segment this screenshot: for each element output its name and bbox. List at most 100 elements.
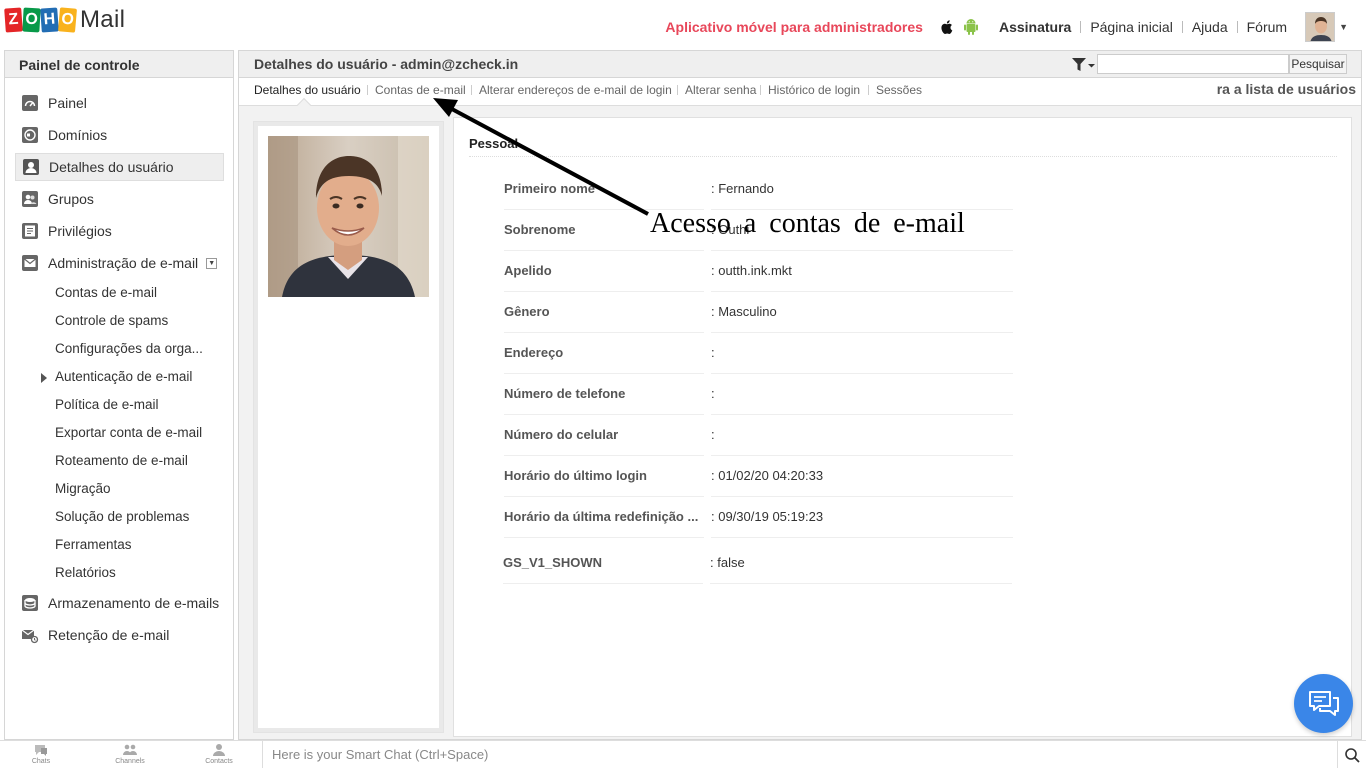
search-input[interactable] bbox=[1097, 54, 1289, 74]
separator bbox=[1080, 21, 1082, 33]
mail-admin-icon bbox=[21, 254, 39, 272]
sidebar-item-groups[interactable]: Grupos bbox=[15, 185, 224, 213]
sidebar-item-domains[interactable]: Domínios bbox=[15, 121, 224, 149]
chats-button[interactable]: Chats bbox=[6, 743, 76, 765]
sidebar-item-user-details[interactable]: Detalhes do usuário bbox=[15, 153, 224, 181]
divider bbox=[504, 496, 704, 497]
forum-link[interactable]: Fórum bbox=[1247, 19, 1287, 35]
field-value: : bbox=[711, 386, 715, 401]
search-button[interactable]: Pesquisar bbox=[1289, 54, 1347, 74]
divider bbox=[504, 250, 704, 251]
storage-icon bbox=[21, 594, 39, 612]
android-icon[interactable] bbox=[963, 18, 979, 36]
tab-change-password[interactable]: Alterar senha bbox=[685, 83, 756, 97]
channels-label: Channels bbox=[115, 758, 145, 765]
header-links: Aplicativo móvel para administradores As… bbox=[665, 10, 1348, 44]
sub-item-migration[interactable]: Migração bbox=[55, 481, 111, 496]
field-row-mobile: Número do celular : bbox=[504, 421, 1014, 459]
field-label: Número do celular bbox=[504, 427, 619, 442]
tab-user-details[interactable]: Detalhes do usuário bbox=[254, 83, 361, 97]
sidebar-item-dashboard[interactable]: Painel bbox=[15, 89, 224, 117]
field-label: Horário da última redefinição ... bbox=[504, 509, 699, 524]
field-value: : bbox=[711, 345, 715, 360]
sub-item-tools[interactable]: Ferramentas bbox=[55, 537, 132, 552]
profile-photo[interactable] bbox=[268, 136, 429, 297]
field-value: : bbox=[711, 427, 715, 442]
separator bbox=[471, 85, 472, 95]
filter-icon[interactable] bbox=[1071, 56, 1095, 74]
tab-email-accounts[interactable]: Contas de e-mail bbox=[375, 83, 466, 97]
retention-icon bbox=[21, 626, 39, 644]
field-row-phone: Número de telefone : bbox=[504, 380, 1014, 418]
mobile-app-link[interactable]: Aplicativo móvel para administradores bbox=[665, 19, 923, 35]
separator bbox=[367, 85, 368, 95]
sidebar-item-label: Domínios bbox=[48, 127, 108, 143]
smart-chat-input[interactable]: Here is your Smart Chat (Ctrl+Space) bbox=[262, 741, 1337, 768]
sidebar-item-label: Armazenamento de e-mails bbox=[48, 595, 220, 611]
sidebar-item-mail-admin[interactable]: Administração de e-mail ▼ bbox=[15, 249, 224, 277]
logo-mail-text: Mail bbox=[80, 6, 126, 33]
chevron-down-icon[interactable]: ▼ bbox=[1339, 22, 1348, 32]
chat-button[interactable] bbox=[1294, 674, 1353, 733]
bottom-bar: Chats Channels Contacts Here is your Sma… bbox=[0, 740, 1366, 768]
sub-item-troubleshooting[interactable]: Solução de problemas bbox=[55, 509, 189, 524]
divider bbox=[711, 250, 1013, 251]
sub-item-email-accounts[interactable]: Contas de e-mail bbox=[55, 285, 157, 300]
channels-button[interactable]: Channels bbox=[95, 743, 165, 765]
sub-item-email-auth[interactable]: Autenticação de e-mail bbox=[40, 369, 192, 384]
separator bbox=[1181, 21, 1183, 33]
sub-item-export-account[interactable]: Exportar conta de e-mail bbox=[55, 425, 202, 440]
sub-item-org-settings[interactable]: Configurações da orga... bbox=[55, 341, 203, 356]
sidebar-item-label: Painel bbox=[48, 95, 87, 111]
divider bbox=[710, 583, 1012, 584]
section-title-personal: Pessoal bbox=[469, 136, 519, 151]
sub-item-reports[interactable]: Relatórios bbox=[55, 565, 116, 580]
field-label: Gênero bbox=[504, 304, 550, 319]
dashboard-icon bbox=[21, 94, 39, 112]
page-title: Detalhes do usuário - admin@zcheck.in bbox=[254, 56, 519, 72]
sub-item-email-routing[interactable]: Roteamento de e-mail bbox=[55, 453, 188, 468]
section-divider bbox=[469, 156, 1337, 157]
logo-letter-z: Z bbox=[4, 7, 23, 33]
sidebar-item-mail-retention[interactable]: Retenção de e-mail bbox=[15, 621, 224, 649]
tab-sessions[interactable]: Sessões bbox=[876, 83, 922, 97]
field-label: Apelido bbox=[504, 263, 552, 278]
divider bbox=[711, 373, 1013, 374]
tab-login-history[interactable]: Histórico de login bbox=[768, 83, 860, 97]
separator bbox=[677, 85, 678, 95]
subscription-link[interactable]: Assinatura bbox=[999, 19, 1071, 35]
field-row-gender: Gênero : Masculino bbox=[504, 298, 1014, 336]
contacts-button[interactable]: Contacts bbox=[184, 743, 254, 765]
field-value: : Masculino bbox=[711, 304, 777, 319]
field-label: Horário do último login bbox=[504, 468, 647, 483]
sub-item-spam-control[interactable]: Controle de spams bbox=[55, 313, 168, 328]
apple-icon[interactable] bbox=[939, 18, 955, 36]
divider bbox=[504, 332, 704, 333]
field-label: Primeiro nome bbox=[504, 181, 596, 196]
divider bbox=[504, 373, 704, 374]
collapse-toggle-icon[interactable]: ▼ bbox=[206, 257, 218, 269]
user-avatar[interactable] bbox=[1305, 12, 1336, 42]
chat-icon bbox=[35, 745, 47, 756]
help-link[interactable]: Ajuda bbox=[1192, 19, 1228, 35]
home-page-link[interactable]: Página inicial bbox=[1090, 19, 1173, 35]
field-label: Endereço bbox=[504, 345, 564, 360]
back-to-users-link[interactable]: ra a lista de usuários bbox=[1217, 81, 1356, 97]
tab-change-login-emails[interactable]: Alterar endereços de e-mail de login bbox=[479, 83, 672, 97]
sub-item-email-policy[interactable]: Política de e-mail bbox=[55, 397, 159, 412]
top-header: Z O H O Mail Aplicativo móvel para admin… bbox=[0, 0, 1366, 50]
zoho-mail-logo[interactable]: Z O H O Mail bbox=[4, 6, 126, 34]
field-value: : Fernando bbox=[711, 181, 774, 196]
channels-icon bbox=[123, 744, 137, 755]
user-icon bbox=[22, 158, 40, 176]
sidebar-item-label: Administração de e-mail bbox=[48, 255, 199, 271]
sidebar-item-mail-storage[interactable]: Armazenamento de e-mails bbox=[15, 589, 224, 617]
sidebar-item-privileges[interactable]: Privilégios bbox=[15, 217, 224, 245]
sidebar-item-label: Detalhes do usuário bbox=[49, 159, 174, 175]
bottom-search-button[interactable] bbox=[1337, 741, 1366, 768]
field-row-last-login: Horário do último login : 01/02/20 04:20… bbox=[504, 462, 1014, 500]
chats-label: Chats bbox=[31, 758, 51, 765]
field-value: : 01/02/20 04:20:33 bbox=[711, 468, 824, 483]
main-panel: Detalhes do usuário - admin@zcheck.in Pe… bbox=[238, 50, 1362, 740]
user-tabs: Detalhes do usuário Contas de e-mail Alt… bbox=[239, 78, 1361, 113]
